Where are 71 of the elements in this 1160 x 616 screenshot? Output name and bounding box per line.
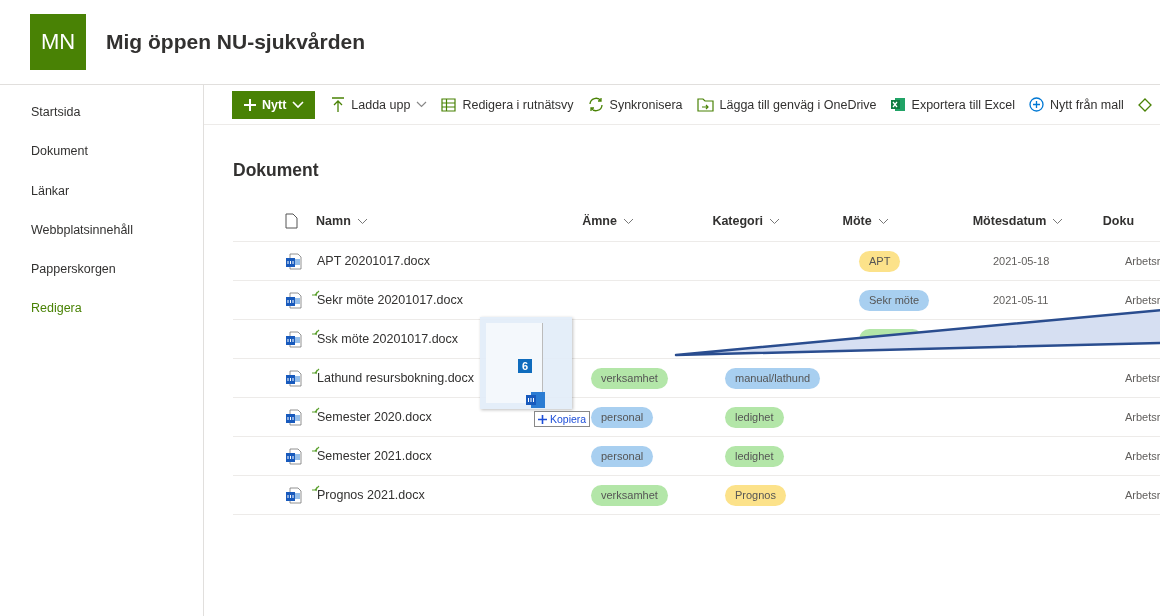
excel-icon [890,97,906,112]
sidebar-item[interactable]: Dokument [31,132,88,172]
word-document-icon [285,330,302,348]
file-name-link[interactable]: Ssk möte 20201017.docx [317,332,459,346]
sidebar-item[interactable]: Papperskorgen [31,250,116,290]
plus-icon [244,98,256,111]
site-title: Mig öppen NU-sjukvården [106,30,366,54]
file-type-icon [285,213,298,229]
sidebar-item[interactable]: Startsida [31,93,81,133]
tag: APT [859,250,901,272]
word-document-icon [285,252,302,270]
tag: verksamhet [591,484,668,506]
word-document-icon [285,486,302,504]
tag: verksamhet [591,367,668,389]
document-type-text: Arbetsr [1125,372,1160,384]
library-heading: Dokument [233,160,320,181]
tag: manual/lathund [725,367,821,389]
file-name-link[interactable]: Lathund resursbokning.docx [317,371,475,385]
column-header[interactable]: Ämne [582,214,617,228]
sidebar-item[interactable]: Redigera [31,289,82,329]
sidebar-item[interactable]: Länkar [31,171,70,211]
sync-icon [587,97,604,112]
tag: ledighet [725,445,784,467]
word-document-icon [285,291,302,309]
diamond-icon [1137,97,1152,112]
tag: Sekr möte [859,289,930,311]
date-text: 2021-05-18 [993,255,1050,267]
word-document-icon [285,408,302,426]
column-header[interactable]: Möte [842,214,872,228]
site-logo[interactable]: MN [30,14,86,70]
chevron-down-icon [622,217,634,225]
tag: personal [591,406,654,428]
column-header[interactable]: Doku [1102,214,1135,228]
file-name-link[interactable]: APT 20201017.docx [317,254,431,268]
document-type-text: Arbetsr [1125,489,1160,501]
upload-icon [331,96,346,113]
document-type-text: Arbetsr [1125,255,1160,267]
document-type-text: Arbetsr [1125,294,1160,306]
toolbar-button[interactable]: Lägga till genväg i OneDrive [690,89,883,120]
column-header[interactable]: Mötesdatum [972,214,1047,228]
file-name-link[interactable]: Sekr möte 20201017.docx [317,293,463,307]
date-text: 2021-05-11 [993,294,1049,306]
file-name-link[interactable]: Semester 2021.docx [317,449,432,463]
word-document-icon [285,369,302,387]
document-type-text: Arbetsr [1125,411,1160,423]
toolbar-button[interactable]: Nytt från mall [1023,89,1130,120]
count-badge: 6 [518,359,533,373]
document-type-text: Arbetsr [1125,450,1160,462]
chevron-down-icon [356,217,368,225]
toolbar-button[interactable]: Redigera i rutnätsvy [435,89,580,120]
file-name-link[interactable]: Prognos 2021.docx [317,488,425,502]
tooltip-text: Kopiera [550,413,587,425]
toolbar-button[interactable]: Ladda upp [325,89,434,120]
tag: ledighet [725,406,784,428]
toolbar-button[interactable]: Synkronisera [581,89,689,120]
word-document-icon [285,447,302,465]
column-header[interactable]: Kategori [712,214,764,228]
plus-icon [538,414,547,424]
add-circle-icon [1029,97,1045,112]
chevron-down-icon [1052,217,1064,225]
grid-icon [441,97,457,112]
file-name-link[interactable]: Semester 2020.docx [317,410,432,424]
tag: Prognos [725,484,786,506]
column-header[interactable]: Namn [316,214,351,228]
new-button[interactable]: Nytt [232,90,316,119]
sidebar-item[interactable]: Webbplatsinnehåll [31,210,133,251]
chevron-down-icon [877,217,889,225]
folder-link-icon [696,97,714,112]
toolbar-button[interactable]: Exportera till Excel [884,89,1022,120]
tag: personal [591,445,654,467]
chevron-down-icon [769,217,781,225]
